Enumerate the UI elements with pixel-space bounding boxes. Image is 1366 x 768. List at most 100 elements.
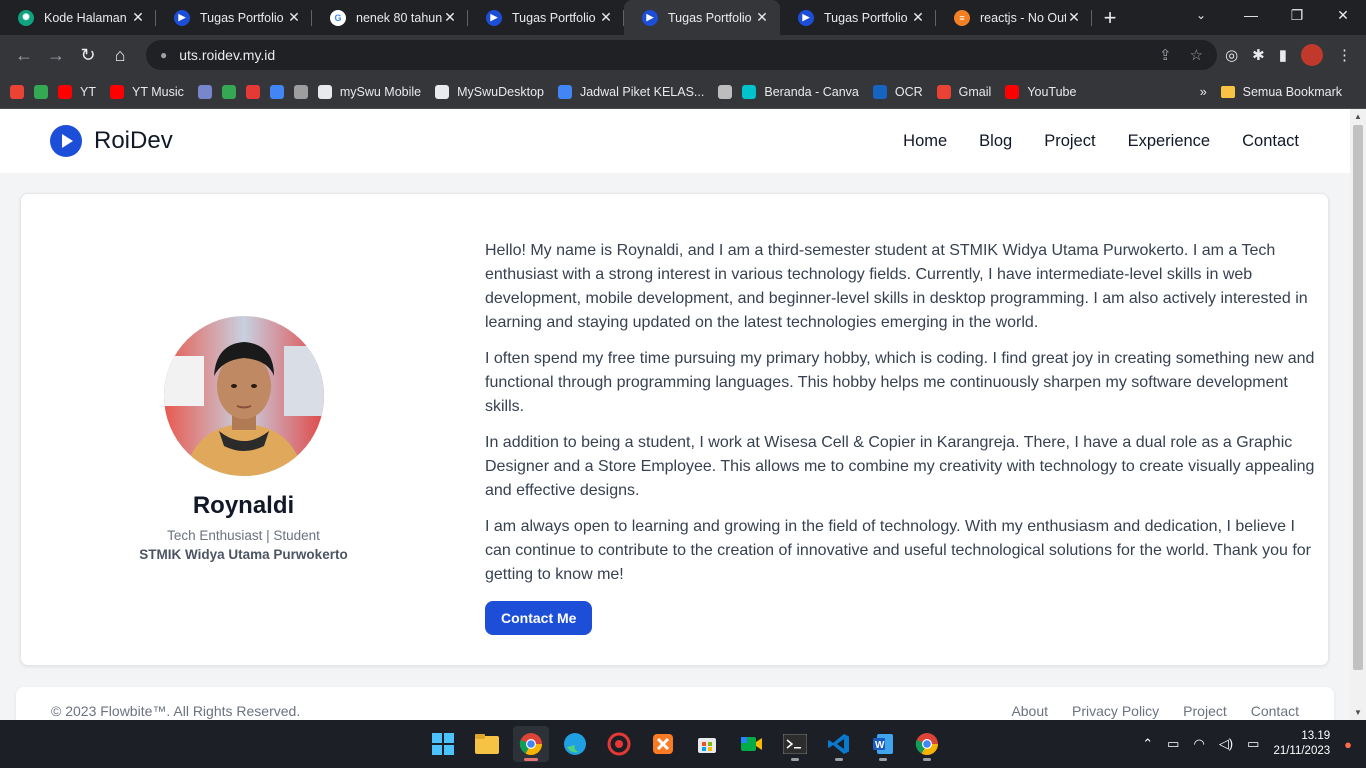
forward-icon[interactable]: → [40,45,72,66]
notification-bell-icon[interactable]: ● [1344,737,1352,752]
bookmark-item[interactable] [269,84,284,99]
menu-icon[interactable]: ⋮ [1337,46,1352,64]
browser-tab[interactable]: ✺ Kode Halaman " ✕ [0,0,156,35]
site-logo[interactable]: RoiDev [50,125,173,157]
star-icon[interactable]: ☆ [1190,46,1203,64]
bookmark-item[interactable]: Beranda - Canva [742,84,859,99]
tab-close-icon[interactable]: ✕ [1066,9,1082,26]
site-info-icon[interactable]: ● [160,48,167,62]
bookmark-favicon-icon [1005,84,1020,99]
bookmark-item[interactable] [221,84,236,99]
bookmark-item[interactable] [245,84,260,99]
footer-link-contact[interactable]: Contact [1251,703,1299,720]
home-icon[interactable]: ⌂ [104,45,136,66]
tab-search-icon[interactable]: ⌄ [1186,0,1216,30]
all-bookmarks-folder[interactable]: Semua Bookmark [1220,84,1342,99]
bookmark-favicon-icon [197,84,212,99]
browser-tab[interactable]: ≡ reactjs - No Outp ✕ [936,0,1092,35]
nav-experience[interactable]: Experience [1128,132,1211,151]
bookmark-favicon-icon [293,84,308,99]
tab-close-icon[interactable]: ✕ [130,9,146,26]
bookmark-favicon-icon [269,84,284,99]
reload-icon[interactable]: ↻ [72,45,104,66]
minimize-icon[interactable]: — [1228,0,1274,35]
store-icon[interactable] [689,726,725,762]
start-icon[interactable] [425,726,461,762]
terminal-icon[interactable] [777,726,813,762]
footer-link-privacy[interactable]: Privacy Policy [1072,703,1159,720]
bookmark-item[interactable] [197,84,212,99]
folder-label: Semua Bookmark [1242,84,1342,99]
bookmark-item[interactable]: mySwu Mobile [317,84,422,99]
contact-me-button[interactable]: Contact Me [485,601,593,635]
display-icon[interactable]: ▭ [1167,736,1179,752]
edge-icon[interactable] [557,726,593,762]
close-window-icon[interactable]: ✕ [1320,0,1366,35]
bookmark-item[interactable] [293,84,308,99]
tab-close-icon[interactable]: ✕ [598,9,614,26]
tab-close-icon[interactable]: ✕ [910,9,926,26]
battery-icon[interactable]: ▭ [1247,736,1259,752]
nav-home[interactable]: Home [903,132,947,151]
bookmark-label: mySwu Mobile [339,84,422,99]
scrollbar-thumb[interactable] [1353,125,1363,670]
bookmark-item[interactable]: OCR [872,84,923,99]
page-viewport: RoiDev Home Blog Project Experience Cont… [0,109,1350,720]
tab-close-icon[interactable]: ✕ [754,9,770,26]
side-panel-icon[interactable]: ▮ [1279,46,1287,64]
more-bookmarks-icon[interactable]: » [1200,85,1207,99]
bookmark-item[interactable]: MySwuDesktop [435,84,544,99]
footer-link-about[interactable]: About [1011,703,1048,720]
antivirus-icon[interactable] [601,726,637,762]
browser-tab[interactable]: Gnenek 80 tahun l ✕ [312,0,468,35]
wifi-icon[interactable]: ◠ [1193,736,1204,752]
bookmark-item[interactable] [10,84,24,99]
profile-avatar[interactable] [1301,44,1323,66]
bookmark-item[interactable]: YT Music [109,84,184,99]
nav-blog[interactable]: Blog [979,132,1012,151]
file-explorer-icon[interactable] [469,726,505,762]
browser-tab[interactable]: ▶ Tugas Portfolio P ✕ [624,0,780,35]
browser-tab[interactable]: ▶ Tugas Portfolio P ✕ [468,0,624,35]
chrome-profile-icon[interactable] [909,726,945,762]
vscode-icon[interactable] [821,726,857,762]
bookmark-item[interactable]: YT [58,84,96,99]
system-tray: ⌃ ▭ ◠ ◁) ▭ 13.19 21/11/2023 ● [1142,720,1352,768]
bookmark-item[interactable]: YouTube [1005,84,1076,99]
chrome-taskbar-icon[interactable] [513,726,549,762]
bookmark-item[interactable] [718,84,733,99]
scroll-down-icon[interactable]: ▼ [1350,708,1366,717]
back-icon[interactable]: ← [8,45,40,66]
clock-date: 21/11/2023 [1273,745,1331,757]
extension-icon[interactable]: ◎ [1225,46,1238,64]
bookmark-item[interactable]: Gmail [936,84,991,99]
browser-tab[interactable]: ▶ Tugas Portfolio P ✕ [780,0,936,35]
word-icon[interactable]: W [865,726,901,762]
clock[interactable]: 13.19 21/11/2023 [1273,729,1330,759]
nav-contact[interactable]: Contact [1242,132,1299,151]
bookmark-item[interactable] [34,84,48,99]
volume-icon[interactable]: ◁) [1219,736,1233,752]
footer-link-project[interactable]: Project [1183,703,1227,720]
puzzle-icon[interactable]: ✱ [1252,46,1265,64]
chevron-up-icon[interactable]: ⌃ [1142,736,1153,752]
clock-time: 13.19 [1301,730,1331,742]
share-icon[interactable]: ⇪ [1159,46,1172,64]
xampp-icon[interactable] [645,726,681,762]
bookmark-item[interactable]: Jadwal Piket KELAS... [557,84,704,99]
maximize-icon[interactable]: ❐ [1274,0,1320,35]
new-tab-button[interactable]: + [1092,5,1128,31]
url-text: uts.roidev.my.id [179,47,276,63]
tab-close-icon[interactable]: ✕ [442,9,458,26]
browser-tab[interactable]: ▶ Tugas Portfolio P ✕ [156,0,312,35]
tab-title: reactjs - No Outp [980,10,1066,25]
page-scrollbar[interactable]: ▲ ▼ [1350,109,1366,720]
tab-favicon-icon: ▶ [486,9,502,26]
meet-icon[interactable] [733,726,769,762]
nav-project[interactable]: Project [1044,132,1095,151]
bio-paragraph: I often spend my free time pursuing my p… [485,350,1315,415]
bookmark-favicon-icon [435,84,450,99]
address-bar[interactable]: ● uts.roidev.my.id ⇪ ☆ [146,40,1218,70]
scroll-up-icon[interactable]: ▲ [1350,112,1366,121]
tab-close-icon[interactable]: ✕ [286,9,302,26]
